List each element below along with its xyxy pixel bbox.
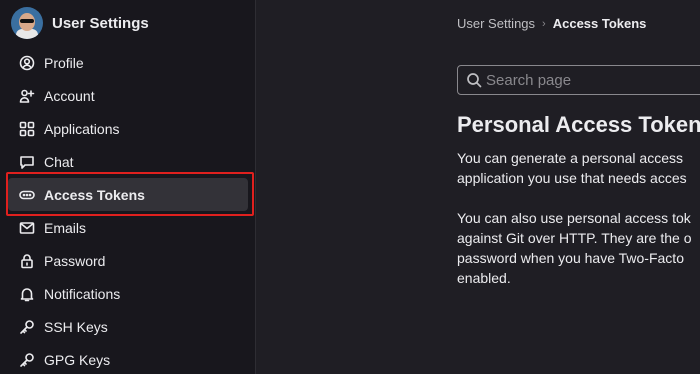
sidebar-item-label: Applications <box>44 120 120 137</box>
sidebar-item-label: Password <box>44 252 106 269</box>
sidebar-title[interactable]: User Settings <box>52 15 149 32</box>
avatar[interactable] <box>11 7 43 39</box>
sidebar-item-applications[interactable]: Applications <box>8 112 248 145</box>
sidebar-item-label: Notifications <box>44 285 121 302</box>
account-icon <box>18 87 36 105</box>
paragraph-line: You can also use personal access tok <box>457 210 691 226</box>
sidebar-item-label: Profile <box>44 54 84 71</box>
sidebar-item-label: Emails <box>44 219 87 236</box>
profile-icon <box>18 54 36 72</box>
sidebar-item-label: GPG Keys <box>44 351 111 368</box>
git-http-paragraph: You can also use personal access tok aga… <box>457 208 700 288</box>
search-input[interactable] <box>486 71 700 89</box>
mail-icon <box>18 219 36 237</box>
sidebar-item-ssh-keys[interactable]: SSH Keys <box>8 310 248 343</box>
app-window: User Settings Profile Account Applicatio… <box>0 0 700 374</box>
sidebar-item-label: Chat <box>44 153 74 170</box>
key-icon <box>18 318 36 336</box>
lock-icon <box>18 252 36 270</box>
sidebar-item-gpg-keys[interactable]: GPG Keys <box>8 343 248 374</box>
paragraph-line: password when you have Two-Facto <box>457 250 684 266</box>
paragraph-line: application you use that needs acces <box>457 170 687 186</box>
breadcrumb-current: Access Tokens <box>552 16 647 31</box>
sidebar-item-account[interactable]: Account <box>8 79 248 112</box>
sidebar-item-emails[interactable]: Emails <box>8 211 248 244</box>
paragraph-line: against Git over HTTP. They are the o <box>457 230 692 246</box>
page-title: Personal Access Tokens <box>457 112 700 137</box>
breadcrumb: User Settings › Access Tokens <box>457 16 646 31</box>
bell-icon <box>18 285 36 303</box>
sidebar-item-label: Access Tokens <box>44 186 145 203</box>
sidebar-header[interactable]: User Settings <box>11 7 149 39</box>
main-content: User Settings › Access Tokens Personal A… <box>257 0 700 374</box>
sidebar-item-notifications[interactable]: Notifications <box>8 277 248 310</box>
paragraph-line: enabled. <box>457 270 511 286</box>
sidebar-item-access-tokens[interactable]: Access Tokens <box>8 178 248 211</box>
settings-nav: Profile Account Applications Chat Access… <box>8 46 248 374</box>
sidebar-item-label: Account <box>44 87 95 104</box>
chat-icon <box>18 153 36 171</box>
search-box[interactable] <box>457 65 700 95</box>
sidebar-item-password[interactable]: Password <box>8 244 248 277</box>
intro-paragraph: You can generate a personal access appli… <box>457 148 700 188</box>
search-icon <box>467 73 482 88</box>
key-icon <box>18 351 36 369</box>
breadcrumb-separator: › <box>542 17 546 30</box>
sidebar-item-profile[interactable]: Profile <box>8 46 248 79</box>
paragraph-line: You can generate a personal access <box>457 150 683 166</box>
sidebar-item-label: SSH Keys <box>44 318 108 335</box>
applications-icon <box>18 120 36 138</box>
token-icon <box>18 186 36 204</box>
sidebar: User Settings Profile Account Applicatio… <box>0 0 256 374</box>
breadcrumb-parent-link[interactable]: User Settings <box>457 16 535 31</box>
sidebar-item-chat[interactable]: Chat <box>8 145 248 178</box>
